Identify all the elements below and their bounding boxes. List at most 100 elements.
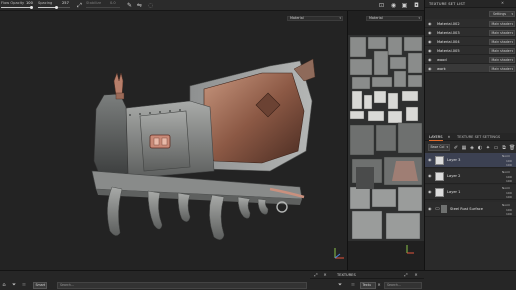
close-icon[interactable]: ✕ [501, 1, 504, 5]
filter-icon[interactable]: ⏷ [11, 282, 17, 288]
opacity-label: Flow Opacity [1, 1, 25, 5]
shader-select[interactable]: Main shader ▾ [489, 56, 515, 63]
stabilize-value[interactable]: 0.0 [110, 1, 116, 5]
layer-blend-mode[interactable]: Norm [502, 154, 510, 158]
close-icon[interactable]: ✕ [413, 272, 419, 278]
layer-opacity-secondary[interactable]: 100 [506, 163, 512, 167]
eye-icon[interactable]: ◉ [428, 158, 432, 162]
layer-blend-mode[interactable]: Norm [502, 203, 510, 207]
layer-blend-mode[interactable]: Norm [502, 170, 510, 174]
texture-set-row[interactable]: ◉ Material.002 Main shader ▾ [425, 19, 516, 28]
close-icon[interactable]: ✕ [322, 272, 328, 278]
add-layer-icon[interactable]: ◈ [469, 145, 475, 151]
eye-icon[interactable]: ◉ [428, 30, 432, 35]
shader-select-label: Main shader [491, 30, 512, 35]
eye-icon[interactable]: ◉ [428, 174, 432, 178]
screenshot-icon[interactable]: ◘ [413, 2, 420, 9]
layer-opacity-secondary[interactable]: 100 [506, 179, 512, 183]
texture-set-row[interactable]: ◉ Material.005 Main shader ▾ [425, 46, 516, 55]
textures-search-input[interactable]: Search... [384, 282, 422, 289]
texture-set-row[interactable]: ◉ work Main shader ▾ [425, 64, 516, 73]
shader-select[interactable]: Main shader ▾ [489, 47, 515, 54]
home-icon[interactable]: ⌂ [1, 282, 7, 288]
expand-icon[interactable]: ⤢ [313, 272, 319, 278]
texture-set-row[interactable]: ◉ wood Main shader ▾ [425, 55, 516, 64]
settings-label: Settings [493, 12, 507, 16]
layer-name: Layer 3 [447, 158, 461, 162]
eye-icon[interactable]: ◉ [428, 66, 432, 71]
smart-filter-label: Smart [35, 283, 46, 287]
delete-icon[interactable]: 🗑 [509, 145, 515, 151]
opacity-slider-fill [1, 7, 32, 8]
textures-search-placeholder: Search... [387, 283, 401, 287]
add-fill-layer-icon[interactable]: ▦ [461, 145, 467, 151]
spacing-slider-knob[interactable] [55, 5, 58, 9]
shader-select[interactable]: Main shader ▾ [489, 38, 515, 45]
eye-icon[interactable]: ◉ [428, 48, 432, 53]
layer-row[interactable]: ◉ ▭ Steel Rust Surface Norm 100 100 [425, 202, 516, 217]
texture-set-row[interactable]: ◉ Material.004 Main shader ▾ [425, 37, 516, 46]
tab-layers[interactable]: LAYERS [429, 133, 443, 141]
channel-select[interactable]: Base Col ▾ [428, 144, 450, 151]
add-folder-icon[interactable]: ▭ [493, 145, 499, 151]
symmetry-icon[interactable]: ⤢ [76, 2, 83, 9]
filter-icon[interactable]: ⏷ [337, 282, 343, 288]
smart-filter-chip[interactable]: Smart [33, 282, 47, 289]
add-effect-icon[interactable]: ✦ [485, 145, 491, 151]
tab-texture-set-settings[interactable]: TEXTURE SET SETTINGS [457, 133, 500, 141]
add-mask-icon[interactable]: ◐ [477, 145, 483, 151]
environment-icon[interactable]: ◉ [390, 2, 397, 9]
texture-set-name: Material.005 [437, 48, 460, 53]
layer-thumbnail [435, 172, 444, 181]
opacity-slider-knob[interactable] [30, 5, 33, 9]
settings-dropdown[interactable]: Settings ▾ [489, 11, 515, 17]
video-icon[interactable]: ▣ [401, 2, 408, 9]
list-view-icon[interactable]: ≡ [350, 282, 356, 288]
shelf-search-placeholder: Search... [60, 283, 74, 287]
mirror-icon[interactable]: ⇋ [136, 2, 143, 9]
close-icon[interactable]: ✕ [446, 134, 452, 140]
eye-icon[interactable]: ◉ [428, 21, 432, 26]
layer-blend-mode[interactable]: Norm [502, 186, 510, 190]
camera-icon[interactable]: ⊡ [378, 2, 385, 9]
spacing-slider-fill [38, 7, 56, 8]
shader-select[interactable]: Main shader ▾ [489, 29, 515, 36]
eye-icon[interactable]: ◉ [428, 57, 432, 62]
brush-icon[interactable]: ✐ [453, 145, 459, 151]
stabilize-slider[interactable] [86, 7, 120, 8]
shader-select-label: Main shader [491, 66, 512, 71]
shader-select-label: Main shader [491, 21, 512, 26]
opacity-value[interactable]: 100 [26, 1, 33, 5]
duplicate-icon[interactable]: ⧉ [501, 145, 507, 151]
layer-name: Layer 2 [447, 174, 461, 178]
list-view-icon[interactable]: ≡ [21, 282, 27, 288]
layer-opacity-secondary[interactable]: 100 [506, 195, 512, 199]
spacing-value[interactable]: 257 [62, 1, 69, 5]
lazy-mouse-icon[interactable]: ◌ [147, 2, 154, 9]
shader-select[interactable]: Main shader ▾ [489, 65, 515, 72]
chevron-down-icon: ▾ [446, 145, 448, 149]
shelf-search-input[interactable]: Search... [57, 282, 307, 289]
folder-icon: ▭ [435, 206, 440, 212]
texture-set-name: wood [437, 57, 447, 62]
eye-icon[interactable]: ◉ [428, 207, 432, 211]
close-icon[interactable]: ✕ [376, 282, 382, 288]
layer-row[interactable]: ◉ Layer 2 Norm 100 100 [425, 169, 516, 184]
right-pane: TEXTURE SET LIST ✕ Settings ▾ ◉ Material.… [424, 0, 516, 290]
eye-icon[interactable]: ◉ [428, 39, 432, 44]
viewport-3d[interactable]: Material ▾ [0, 11, 347, 270]
eye-icon[interactable]: ◉ [428, 190, 432, 194]
layer-opacity-secondary[interactable]: 100 [506, 212, 512, 216]
chevron-down-icon: ▾ [511, 39, 513, 44]
chevron-down-icon: ▾ [511, 66, 513, 71]
expand-icon[interactable]: ⤢ [403, 272, 409, 278]
layer-row[interactable]: ◉ Layer 3 Norm 100 100 [425, 153, 516, 168]
layer-thumbnail [441, 205, 447, 213]
texture-filter-chip[interactable]: Textu [360, 282, 376, 289]
texture-set-name: Material.002 [437, 21, 460, 26]
viewport-2d[interactable]: Material ▾ [347, 11, 425, 270]
texture-set-row[interactable]: ◉ Material.003 Main shader ▾ [425, 28, 516, 37]
layer-row[interactable]: ◉ Layer 1 Norm 100 100 [425, 185, 516, 200]
brush-mode-icon[interactable]: ✎ [126, 2, 133, 9]
shader-select[interactable]: Main shader ▾ [489, 20, 515, 27]
